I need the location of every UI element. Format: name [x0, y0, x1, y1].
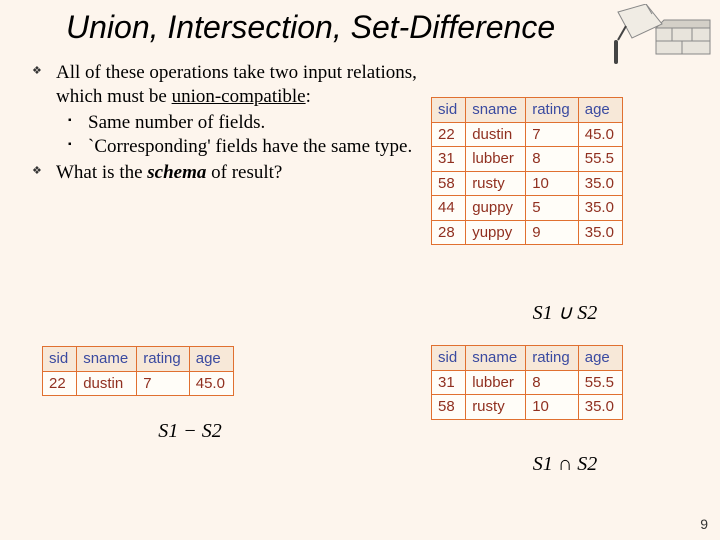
col-header: sname — [77, 347, 137, 372]
formula-intersection: S1 ∩ S2 — [505, 453, 625, 476]
intersection-table: sid sname rating age 31lubber855.5 58rus… — [431, 345, 623, 420]
col-header: rating — [137, 347, 190, 372]
page-number: 9 — [700, 516, 708, 532]
table-row: 58rusty1035.0 — [432, 171, 623, 196]
col-header: age — [578, 98, 622, 123]
bullet-list: All of these operations take two input r… — [30, 61, 425, 185]
bullet-item: All of these operations take two input r… — [56, 61, 425, 159]
col-header: sname — [466, 98, 526, 123]
col-header: sid — [43, 347, 77, 372]
table-row: 22dustin745.0 — [432, 122, 623, 147]
sub-bullet-item: Same number of fields. — [88, 111, 425, 135]
formula-difference: S1 − S2 — [130, 420, 250, 443]
formula-union: S1 ∪ S2 — [505, 300, 625, 325]
trowel-brick-icon — [612, 4, 712, 74]
table-row: 58rusty1035.0 — [432, 395, 623, 420]
col-header: rating — [526, 98, 579, 123]
col-header: rating — [526, 346, 579, 371]
col-header: sname — [466, 346, 526, 371]
col-header: sid — [432, 346, 466, 371]
table-row: 31lubber855.5 — [432, 370, 623, 395]
col-header: age — [578, 346, 622, 371]
sub-bullet-item: `Corresponding' fields have the same typ… — [88, 135, 425, 159]
table-row: 44guppy535.0 — [432, 196, 623, 221]
difference-table: sid sname rating age 22dustin745.0 — [42, 346, 234, 396]
bullet-item: What is the schema of result? — [56, 161, 425, 185]
union-table: sid sname rating age 22dustin745.0 31lub… — [431, 97, 623, 245]
table-row: 31lubber855.5 — [432, 147, 623, 172]
col-header: age — [189, 347, 233, 372]
col-header: sid — [432, 98, 466, 123]
table-row: 22dustin745.0 — [43, 371, 234, 396]
table-row: 28yuppy935.0 — [432, 220, 623, 245]
